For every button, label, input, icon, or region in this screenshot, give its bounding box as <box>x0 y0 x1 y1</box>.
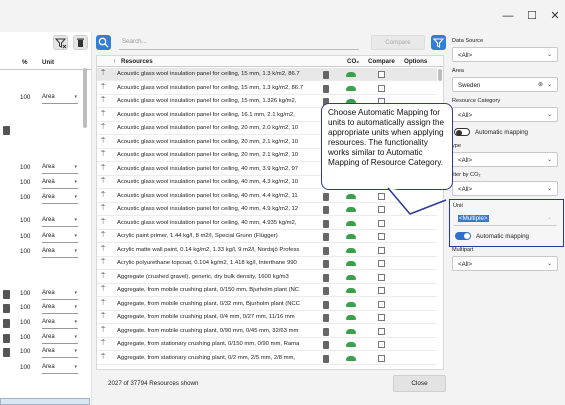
callout-pointer <box>387 185 447 215</box>
resource-dialog: — ☐ ✕ % Unit 100 Area ▾ 100 Area ▾ 100 Area ▾ 100… <box>0 0 565 405</box>
